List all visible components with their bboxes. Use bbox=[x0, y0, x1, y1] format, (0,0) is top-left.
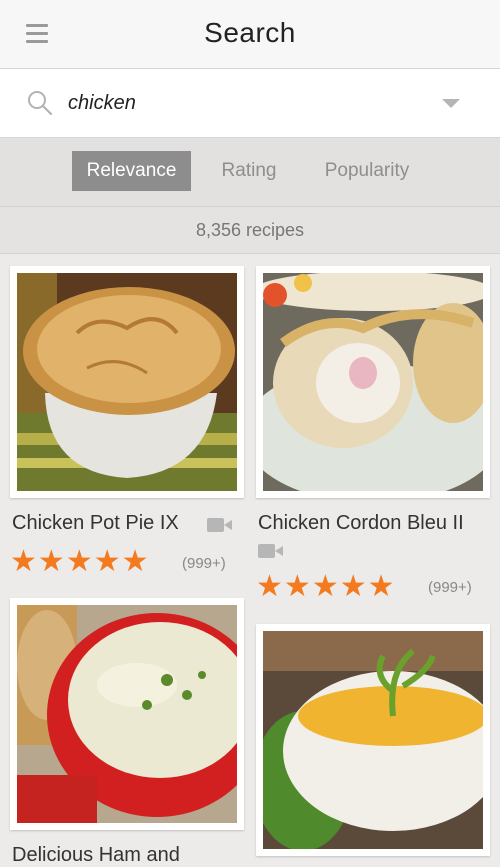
recipe-photo[interactable] bbox=[256, 624, 490, 856]
rating-count: (999+) bbox=[428, 579, 472, 596]
star-icon: ★ bbox=[256, 570, 283, 603]
recipe-photo[interactable] bbox=[256, 266, 490, 498]
recipe-title[interactable]: Chicken Pot Pie IX bbox=[12, 512, 179, 535]
page-title: Search bbox=[204, 17, 296, 48]
star-icon: ★ bbox=[367, 570, 395, 603]
star-icon: ★ bbox=[283, 570, 311, 603]
video-icon bbox=[207, 517, 233, 533]
star-icon: ★ bbox=[10, 545, 37, 578]
rating-stars: ★★★★★ bbox=[256, 570, 396, 603]
star-icon: ★ bbox=[37, 545, 65, 578]
recipe-photo[interactable] bbox=[10, 266, 244, 498]
star-icon: ★ bbox=[65, 545, 93, 578]
search-bar bbox=[0, 69, 500, 138]
recipe-title[interactable]: Delicious Ham and bbox=[12, 844, 180, 867]
star-icon: ★ bbox=[93, 545, 121, 578]
search-icon bbox=[28, 91, 53, 116]
star-icon: ★ bbox=[311, 570, 339, 603]
chevron-down-icon[interactable] bbox=[442, 99, 460, 108]
tab-relevance[interactable]: Relevance bbox=[72, 151, 191, 191]
video-icon bbox=[258, 543, 284, 559]
star-icon: ★ bbox=[121, 545, 149, 578]
rating-count: (999+) bbox=[182, 555, 226, 572]
rating-stars: ★★★★★ bbox=[10, 545, 150, 578]
star-icon: ★ bbox=[339, 570, 367, 603]
result-count: 8,356 recipes bbox=[0, 207, 500, 254]
search-input[interactable] bbox=[68, 89, 408, 117]
recipe-photo[interactable] bbox=[10, 598, 244, 830]
recipe-title[interactable]: Chicken Cordon Bleu II bbox=[258, 512, 464, 535]
tab-popularity[interactable]: Popularity bbox=[312, 151, 422, 191]
app-header: Search bbox=[0, 0, 500, 69]
tab-rating[interactable]: Rating bbox=[209, 151, 289, 191]
sort-bar: Relevance Rating Popularity bbox=[0, 138, 500, 207]
